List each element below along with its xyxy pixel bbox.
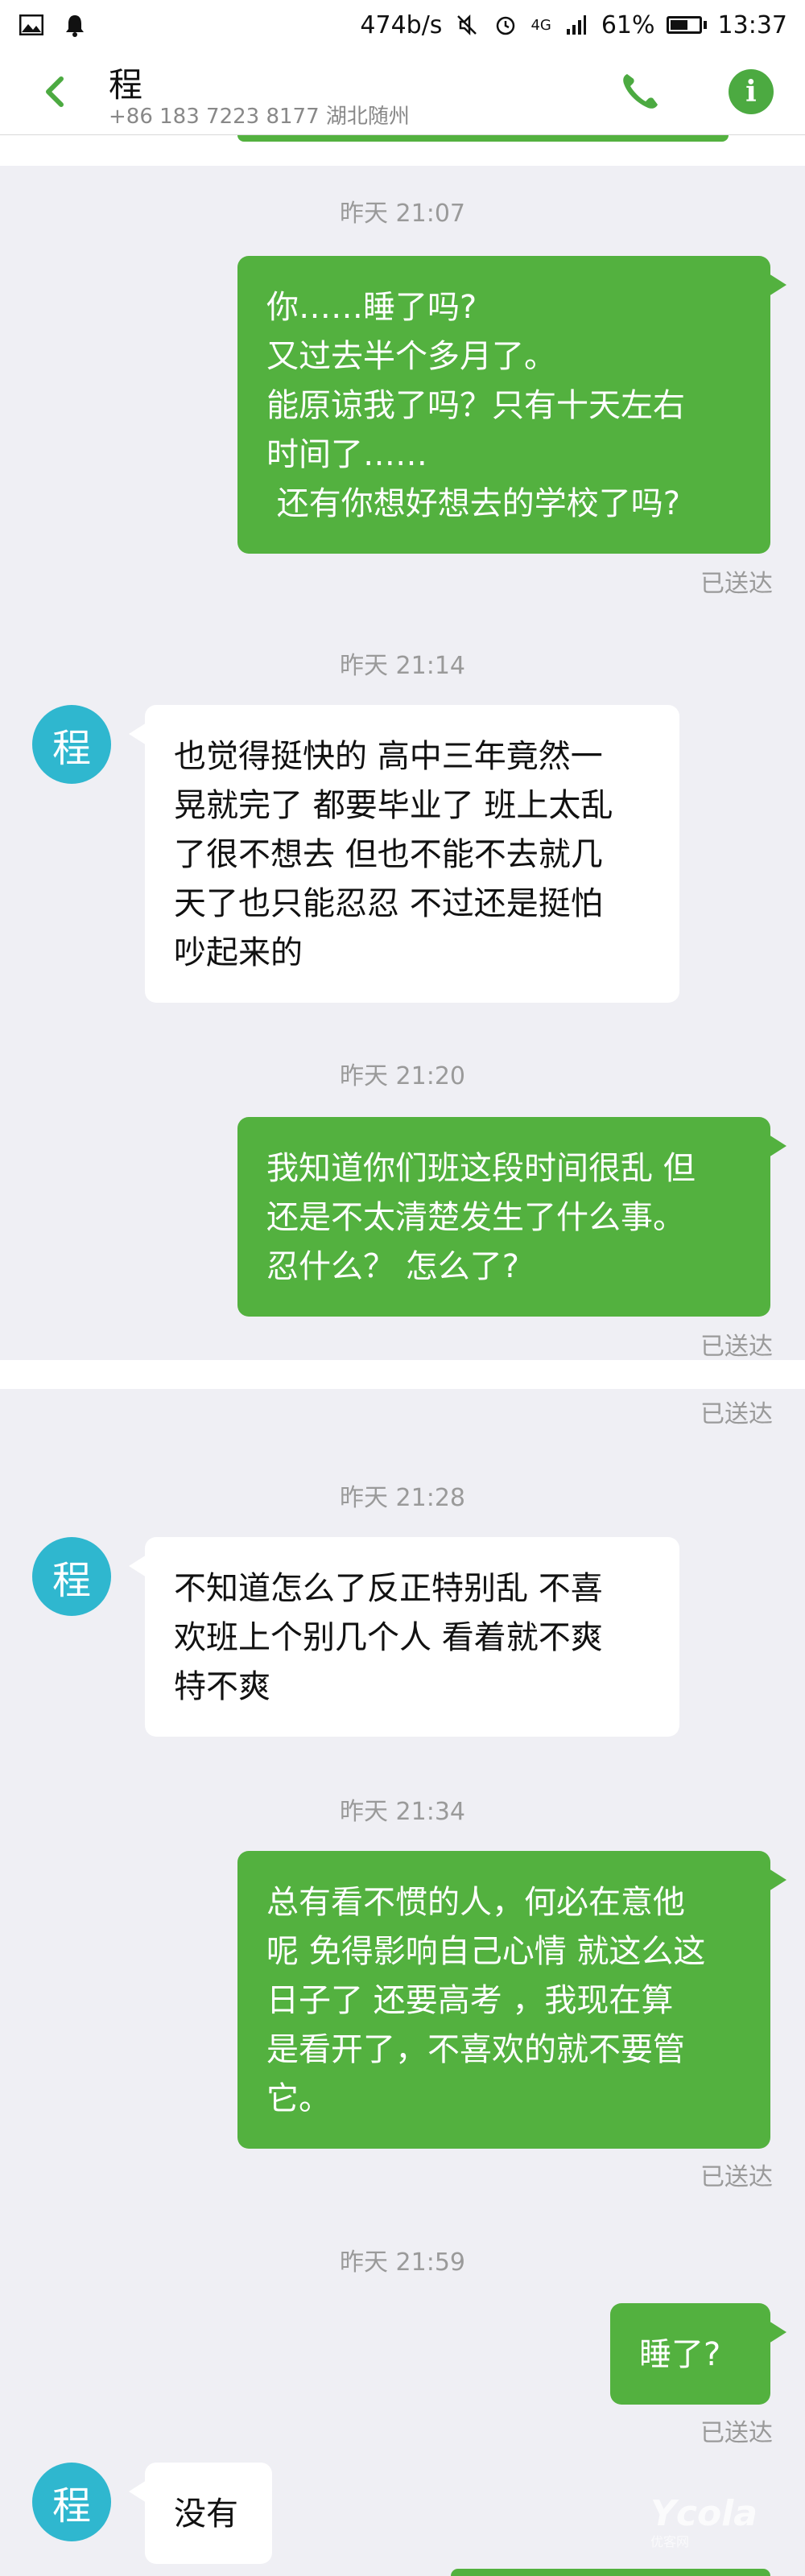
contact-avatar[interactable]: 程 bbox=[32, 1537, 111, 1616]
alarm-clock-icon bbox=[492, 13, 519, 37]
contact-avatar[interactable]: 程 bbox=[32, 705, 111, 784]
sent-message[interactable]: 我知道你们班这段时间很乱 但 还是不太清楚发生了什么事。 忍什么？ 怎么了? bbox=[237, 1117, 786, 1317]
battery-percent: 61% bbox=[601, 10, 655, 39]
timestamp: 昨天 21:07 bbox=[340, 200, 465, 228]
next-bubble-edge bbox=[451, 2569, 770, 2576]
delivery-status: 已送达 bbox=[700, 570, 773, 598]
sent-message[interactable]: 总有看不惯的人，何必在意他 呢 免得影响自己心情 就这么这 日子了 还要高考 ，… bbox=[237, 1851, 786, 2149]
battery-icon bbox=[666, 16, 707, 34]
sent-message[interactable]: 你……睡了吗? 又过去半个多月了。 能原谅我了吗？只有十天左右 时间了…… 还有… bbox=[237, 256, 786, 554]
network-type: 4G bbox=[530, 16, 551, 34]
chevron-left-icon bbox=[46, 76, 64, 107]
watermark: Ycola 优客网 bbox=[650, 2493, 758, 2550]
received-message[interactable]: 也觉得挺快的 高中三年竟然一 晃就完了 都要毕业了 班上太乱 了很不想去 但也不… bbox=[129, 705, 679, 1003]
sent-message[interactable]: 睡了? bbox=[610, 2303, 786, 2405]
received-message[interactable]: 没有 bbox=[129, 2463, 272, 2564]
phone-icon bbox=[623, 74, 658, 109]
net-speed: 474b/s bbox=[360, 10, 443, 39]
info-button[interactable]: i bbox=[729, 69, 774, 114]
signal-icon bbox=[563, 13, 590, 37]
back-button[interactable] bbox=[32, 68, 80, 116]
seam-strip bbox=[0, 1360, 805, 1389]
timestamp: 昨天 21:34 bbox=[340, 1798, 465, 1826]
image-icon bbox=[18, 13, 45, 37]
call-button[interactable] bbox=[616, 68, 664, 116]
status-bar: 474b/s 4G 61% 13:37 bbox=[0, 0, 805, 50]
contact-avatar[interactable]: 程 bbox=[32, 2463, 111, 2541]
delivery-status: 已送达 bbox=[700, 1400, 773, 1428]
delivery-status: 已送达 bbox=[700, 2163, 773, 2191]
alarm-notification-icon bbox=[61, 13, 89, 37]
conversation-header: 程 +86 183 7223 8177 湖北随州 i bbox=[0, 50, 805, 135]
contact-number-location: +86 183 7223 8177 湖北随州 bbox=[109, 105, 410, 129]
timestamp: 昨天 21:14 bbox=[340, 652, 465, 680]
info-icon: i bbox=[745, 75, 757, 109]
mute-icon bbox=[453, 13, 481, 37]
clock: 13:37 bbox=[717, 10, 787, 39]
watermark-text: Ycola bbox=[650, 2493, 758, 2534]
timestamp: 昨天 21:20 bbox=[340, 1062, 465, 1090]
previous-bubble-edge bbox=[237, 135, 729, 142]
delivery-status: 已送达 bbox=[700, 2419, 773, 2447]
delivery-status: 已送达 bbox=[700, 1333, 773, 1361]
timestamp: 昨天 21:59 bbox=[340, 2248, 465, 2277]
timestamp: 昨天 21:28 bbox=[340, 1484, 465, 1512]
received-message[interactable]: 不知道怎么了反正特别乱 不喜 欢班上个别几个人 看着就不爽 特不爽 bbox=[129, 1537, 679, 1737]
